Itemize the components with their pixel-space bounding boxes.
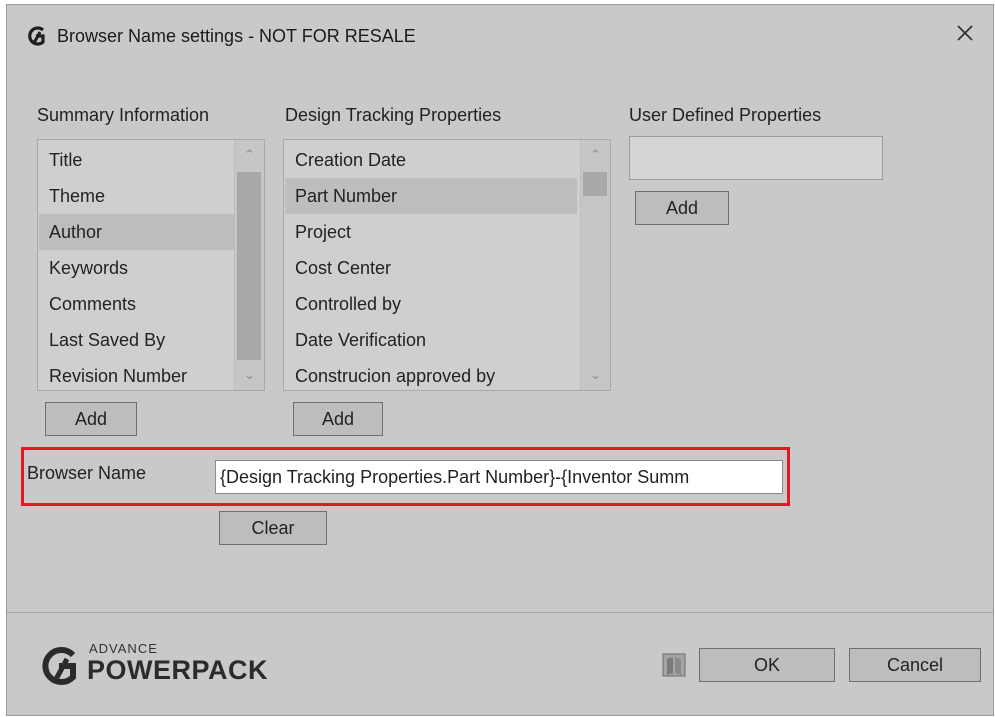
brand-powerpack-text: POWERPACK bbox=[87, 655, 269, 685]
list-item[interactable]: Controlled by bbox=[285, 286, 577, 322]
summary-information-label: Summary Information bbox=[37, 105, 210, 125]
list-item[interactable]: Comments bbox=[39, 286, 235, 322]
user-defined-add-button[interactable]: Add bbox=[635, 191, 729, 225]
window-title: Browser Name settings - NOT FOR RESALE bbox=[57, 26, 416, 46]
brand-advance-text: ADVANCE bbox=[89, 641, 158, 656]
scroll-up-icon[interactable]: ⌃ bbox=[581, 140, 610, 170]
list-item[interactable]: Author bbox=[39, 214, 235, 250]
design-scrollbar[interactable]: ⌃ ⌄ bbox=[580, 140, 610, 390]
scroll-down-icon[interactable]: ⌄ bbox=[581, 360, 610, 390]
browser-name-label: Browser Name bbox=[27, 463, 147, 483]
ok-button[interactable]: OK bbox=[699, 648, 835, 682]
title-bar: Browser Name settings - NOT FOR RESALE bbox=[7, 5, 993, 63]
scroll-down-icon[interactable]: ⌄ bbox=[235, 360, 264, 390]
clear-button[interactable]: Clear bbox=[219, 511, 327, 545]
design-tracking-label: Design Tracking Properties bbox=[285, 105, 502, 125]
scroll-thumb[interactable] bbox=[237, 172, 261, 360]
user-defined-input[interactable] bbox=[629, 136, 883, 180]
app-logo-icon bbox=[28, 26, 45, 46]
close-icon[interactable] bbox=[951, 19, 979, 47]
list-item[interactable]: Revision Number bbox=[39, 358, 235, 390]
powerpack-logo-icon bbox=[42, 647, 76, 685]
list-item[interactable]: Project bbox=[285, 214, 577, 250]
user-defined-label: User Defined Properties bbox=[629, 105, 822, 125]
cancel-button[interactable]: Cancel bbox=[849, 648, 981, 682]
list-item[interactable]: Cost Center bbox=[285, 250, 577, 286]
list-item[interactable]: Creation Date bbox=[285, 142, 577, 178]
list-item[interactable]: Construcion approved by bbox=[285, 358, 577, 390]
summary-add-button[interactable]: Add bbox=[45, 402, 137, 436]
scroll-up-icon[interactable]: ⌃ bbox=[235, 140, 264, 170]
browser-name-settings-dialog: Browser Name settings - NOT FOR RESALE S… bbox=[6, 4, 994, 716]
summary-information-list[interactable]: Title Theme Author Keywords Comments Las… bbox=[37, 139, 265, 391]
list-item[interactable]: Part Number bbox=[285, 178, 577, 214]
browser-name-input[interactable]: {Design Tracking Properties.Part Number}… bbox=[215, 460, 783, 494]
list-item[interactable]: Last Saved By bbox=[39, 322, 235, 358]
help-book-icon[interactable] bbox=[661, 651, 687, 679]
footer-divider bbox=[7, 612, 993, 613]
list-item[interactable]: Theme bbox=[39, 178, 235, 214]
list-item[interactable]: Date Verification bbox=[285, 322, 577, 358]
design-add-button[interactable]: Add bbox=[293, 402, 383, 436]
summary-scrollbar[interactable]: ⌃ ⌄ bbox=[234, 140, 264, 390]
list-item[interactable]: Title bbox=[39, 142, 235, 178]
design-tracking-list[interactable]: Creation Date Part Number Project Cost C… bbox=[283, 139, 611, 391]
scroll-thumb[interactable] bbox=[583, 172, 607, 196]
list-item[interactable]: Keywords bbox=[39, 250, 235, 286]
